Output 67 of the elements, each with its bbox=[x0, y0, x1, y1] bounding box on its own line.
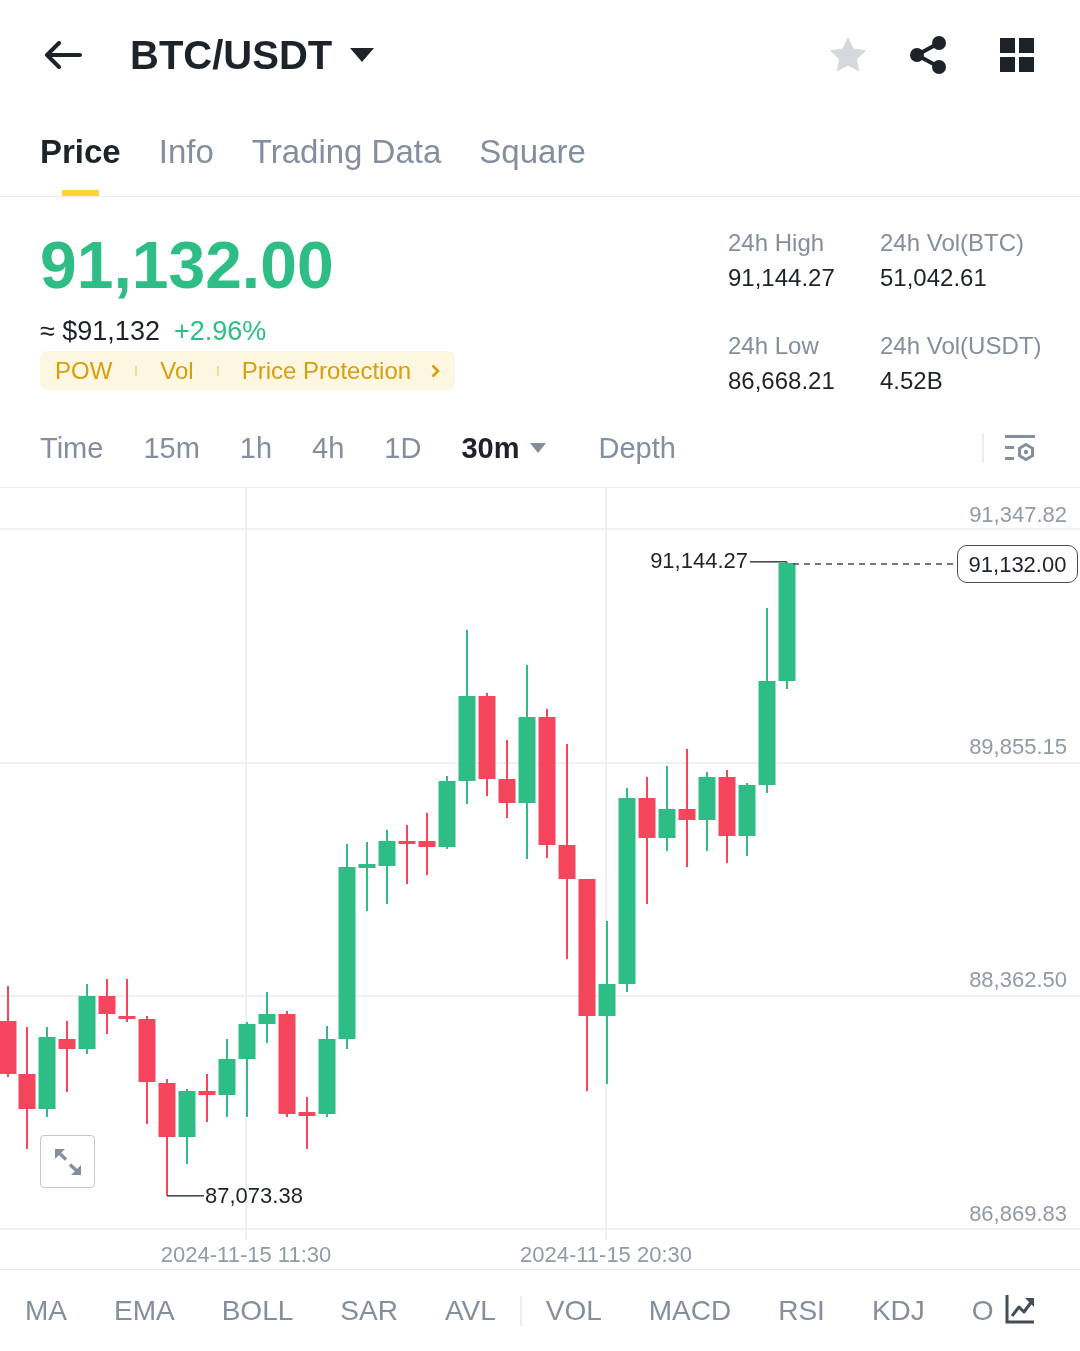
stat-label: 24h Low bbox=[728, 330, 820, 361]
star-icon[interactable] bbox=[829, 37, 867, 73]
interval-tab[interactable]: Time bbox=[40, 430, 104, 466]
candle bbox=[118, 979, 136, 1022]
line-chart-icon[interactable] bbox=[1005, 1294, 1035, 1324]
axis-label: 86,869.83 bbox=[969, 1200, 1067, 1228]
stat-value: 91,144.27 bbox=[728, 263, 836, 293]
candle bbox=[358, 842, 376, 911]
indicator-option[interactable]: AVL bbox=[444, 1293, 496, 1328]
protection-link[interactable]: Price Protection bbox=[241, 352, 441, 389]
candle bbox=[398, 825, 416, 884]
indicator-option[interactable]: RSI bbox=[778, 1293, 825, 1328]
axis-label: 88,362.50 bbox=[969, 966, 1067, 994]
last-price-tag: 91,132.00 bbox=[957, 545, 1078, 583]
indicator-option[interactable]: KDJ bbox=[871, 1293, 925, 1328]
candle bbox=[258, 992, 276, 1043]
tag-label: POW bbox=[55, 355, 113, 386]
indicator-option[interactable]: O bbox=[971, 1293, 994, 1328]
candle bbox=[58, 1021, 76, 1092]
tab[interactable]: Info bbox=[158, 132, 214, 196]
interval-tab[interactable]: 4h bbox=[312, 430, 345, 466]
stat-value: 51,042.61 bbox=[880, 263, 988, 293]
leader-line bbox=[750, 561, 787, 563]
high-price-label: 91,144.27 bbox=[650, 547, 748, 575]
expand-button[interactable] bbox=[40, 1135, 95, 1188]
candle bbox=[298, 1097, 316, 1149]
tab[interactable]: Price bbox=[40, 132, 121, 196]
grid-icon[interactable] bbox=[1000, 38, 1034, 72]
indicator-option[interactable]: BOLL bbox=[221, 1293, 294, 1328]
caret-down-icon bbox=[350, 48, 375, 62]
chevron-right-icon bbox=[431, 363, 441, 378]
axis-label: 89,855.15 bbox=[969, 733, 1067, 761]
stat-label: 24h High bbox=[728, 228, 826, 258]
indicator-option[interactable]: SAR bbox=[340, 1293, 398, 1328]
tab[interactable]: Square bbox=[479, 132, 586, 196]
back-arrow-icon[interactable] bbox=[44, 41, 82, 69]
interval-tab[interactable]: Depth bbox=[598, 430, 676, 466]
interval-tab[interactable]: 15m bbox=[143, 430, 200, 466]
indicator-option[interactable]: VOL bbox=[545, 1293, 602, 1328]
low-price-label: 87,073.38 bbox=[205, 1182, 303, 1210]
indicator-option[interactable]: MACD bbox=[648, 1293, 732, 1328]
stat-label: 24h Vol(USDT) bbox=[880, 330, 1043, 361]
share-icon[interactable] bbox=[909, 36, 947, 74]
candle bbox=[98, 979, 116, 1034]
leader-line bbox=[167, 1195, 204, 1197]
stat-value: 86,668.21 bbox=[728, 365, 836, 396]
stat-value: 4.52B bbox=[880, 365, 944, 396]
candle bbox=[198, 1074, 216, 1122]
pair-selector[interactable]: BTC/USDT bbox=[130, 31, 375, 79]
indicator-option[interactable]: MA bbox=[25, 1293, 67, 1328]
axis-label: 2024-11-15 20:30 bbox=[518, 1241, 694, 1269]
candle bbox=[78, 984, 96, 1054]
axis-label: 2024-11-15 11:30 bbox=[159, 1241, 333, 1269]
indicator-option[interactable]: EMA bbox=[114, 1293, 175, 1328]
interval-dropdown[interactable]: 30m bbox=[461, 430, 559, 466]
tag-label: Vol bbox=[160, 355, 194, 386]
approx-price: ≈ $91,132 bbox=[40, 315, 160, 347]
interval-tab[interactable]: 1h bbox=[239, 430, 273, 466]
price-change: +2.96% bbox=[173, 315, 267, 347]
candle bbox=[418, 813, 436, 875]
settings-icon[interactable] bbox=[1005, 434, 1035, 462]
interval-tab[interactable]: 1D bbox=[384, 430, 422, 466]
last-price: 91,132.00 bbox=[40, 227, 334, 303]
caret-down-icon bbox=[530, 443, 547, 453]
stat-label: 24h Vol(BTC) bbox=[880, 228, 1026, 258]
axis-label: 91,347.82 bbox=[969, 501, 1067, 529]
tab[interactable]: Trading Data bbox=[251, 132, 442, 196]
